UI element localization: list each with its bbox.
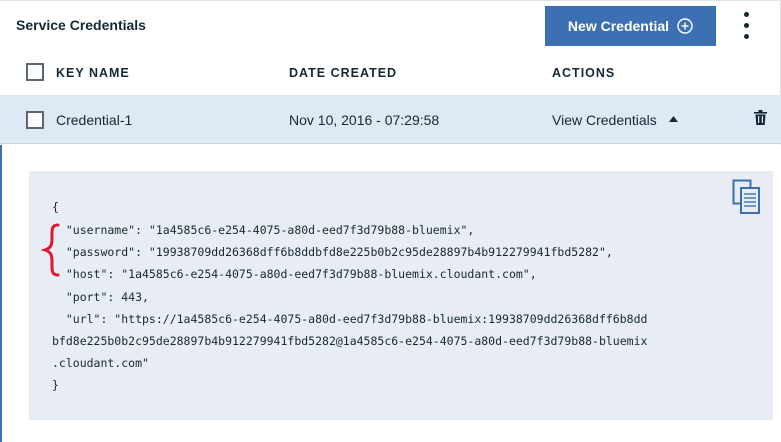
json-line-url-end: .cloudant.com" (52, 356, 149, 370)
date-created-cell: Nov 10, 2016 - 07:29:58 (289, 112, 440, 128)
json-line-url-cont: bfd8e225b0b2c95de28897b4b912279941fbd528… (52, 334, 648, 348)
page-title: Service Credentials (16, 17, 146, 33)
json-line-username: "username": "1a4585c6-e254-4075-a80d-eed… (52, 223, 475, 237)
column-header-key-name: KEY NAME (56, 66, 130, 80)
panel-header: Service Credentials New Credential (0, 0, 781, 50)
annotation-brace-icon (41, 223, 60, 277)
select-all-checkbox[interactable] (26, 63, 44, 81)
copy-icon[interactable] (732, 179, 762, 215)
json-line-port: "port": 443, (52, 290, 149, 304)
json-line-password: "password": "19938709dd26368dff6b8ddbfd8… (52, 245, 613, 259)
new-credential-label: New Credential (567, 18, 670, 34)
trash-icon[interactable] (754, 110, 767, 125)
new-credential-button[interactable]: New Credential (545, 6, 716, 46)
view-credentials-link[interactable]: View Credentials (552, 112, 657, 128)
plus-circle-icon (677, 18, 693, 34)
service-credentials-panel: Service Credentials New Credential KEY N… (0, 0, 781, 442)
caret-up-icon[interactable] (669, 116, 678, 122)
json-line-url: "url": "https://1a4585c6-e254-4075-a80d-… (52, 312, 648, 326)
json-line: { (52, 200, 59, 214)
column-header-date-created: DATE CREATED (289, 66, 398, 80)
json-line-close: } (52, 378, 59, 392)
credentials-json-block: { "username": "1a4585c6-e254-4075-a80d-e… (29, 171, 773, 420)
table-header: KEY NAME DATE CREATED ACTIONS (0, 50, 781, 96)
table-row[interactable]: Credential-1 Nov 10, 2016 - 07:29:58 Vie… (0, 96, 781, 144)
column-header-actions: ACTIONS (552, 66, 616, 80)
key-name-cell: Credential-1 (56, 112, 133, 128)
overflow-menu-icon[interactable] (738, 9, 756, 43)
json-line-host: "host": "1a4585c6-e254-4075-a80d-eed7f3d… (52, 267, 537, 281)
row-checkbox[interactable] (26, 111, 44, 129)
credentials-expanded-panel: { "username": "1a4585c6-e254-4075-a80d-e… (0, 145, 781, 442)
